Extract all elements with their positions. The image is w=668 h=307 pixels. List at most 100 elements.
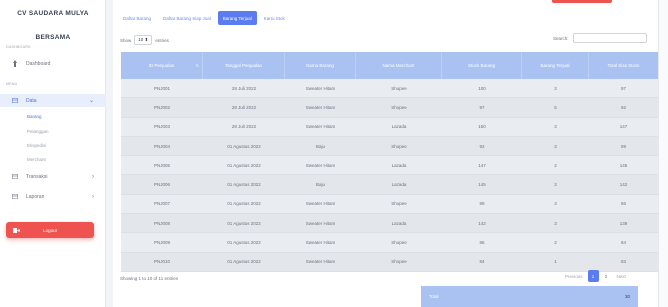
table-cell: 139: [619, 220, 628, 226]
table-cell: Lazada: [391, 162, 407, 168]
search-input[interactable]: [572, 33, 647, 43]
table-icon: [10, 174, 20, 179]
table-cell: 28 Juli 2022: [231, 124, 257, 130]
sidebar-item-data[interactable]: Data ⌄: [0, 94, 106, 107]
show-label: Show: [120, 37, 132, 43]
table-cell: 3: [554, 143, 557, 149]
chevron-right-icon: ›: [92, 173, 94, 180]
table-cell: Sweater Hitam: [305, 85, 336, 91]
table-cell: 142: [478, 220, 486, 226]
table-cell: 145: [619, 162, 628, 168]
table-cell: 28 Juli 2022: [231, 85, 257, 91]
table-cell: 86: [620, 201, 626, 207]
table-cell: 3: [554, 182, 557, 188]
table-cell: 150: [478, 124, 486, 130]
table-cell: 01 Agustus 2022: [227, 220, 261, 226]
table-cell: Sweater Hitam: [305, 104, 336, 110]
pagination-page-1[interactable]: 1: [587, 270, 599, 282]
tab-kartu-stok[interactable]: Kartu Stok: [259, 11, 290, 25]
page-scrollbar[interactable]: [658, 0, 668, 307]
total-label: Total: [429, 294, 439, 299]
logout-button[interactable]: Logout: [6, 222, 94, 238]
table-cell: 97: [479, 104, 485, 110]
sidebar-item-laporan[interactable]: Laporan ›: [0, 190, 106, 203]
pagination-previous[interactable]: Previous: [562, 270, 586, 282]
table-cell: PNJ006: [153, 182, 170, 188]
table-cell: Baju: [315, 182, 325, 188]
table-row: PNJ001 28 Juli 2022 Sweater Hitam Shopee 100…: [121, 79, 658, 99]
column-header-terjual[interactable]: Barang Terjual: [522, 52, 589, 79]
sidebar-subitem-ekspedisi[interactable]: Ekspedisi: [27, 143, 46, 148]
table-cell: 145: [478, 182, 486, 188]
table-cell: Sweater Hitam: [305, 259, 336, 265]
table-cell: PNJ004: [153, 143, 170, 149]
table-cell: PNJ008: [153, 220, 170, 226]
table-cell: PNJ009: [153, 240, 170, 246]
table-cell: 2: [554, 240, 557, 246]
sort-icon: ⇅: [195, 63, 199, 68]
table-cell: Sweater Hitam: [305, 162, 336, 168]
sidebar-subitem-merchant[interactable]: Merchant: [27, 157, 46, 162]
column-header-stock[interactable]: Stock Barang: [442, 52, 522, 79]
entries-label: entries: [155, 37, 169, 43]
table-cell: PNJ001: [153, 85, 170, 91]
table-cell: 3: [554, 201, 557, 207]
sidebar-subitem-barang[interactable]: Barang: [27, 114, 42, 119]
tab-daftar-barang[interactable]: Daftar Barang: [118, 11, 156, 25]
table-cell: 84: [479, 259, 485, 265]
table-cell: Sweater Hitam: [305, 201, 336, 207]
top-action-button[interactable]: [552, 0, 612, 3]
sidebar-item-label: Dashboard: [26, 60, 51, 67]
table-cell: Sweater Hitam: [305, 240, 336, 246]
table-cell: 83: [620, 259, 626, 265]
table-cell: Sweater Hitam: [305, 220, 336, 226]
column-header-merchant[interactable]: Nama Merchant: [356, 52, 442, 79]
column-header-tanggal[interactable]: Tanggal Penjualan: [203, 52, 285, 79]
table-row: PNJ002 28 Juli 2022 Sweater Hitam Shopee 97 5…: [121, 98, 658, 118]
table-cell: 142: [619, 182, 628, 188]
entries-select-value: 10: [138, 37, 144, 42]
table-cell: Shopee: [391, 85, 407, 91]
column-header-nama-barang[interactable]: Nama Barang: [285, 52, 356, 79]
table-cell: 92: [620, 104, 626, 110]
column-header-id[interactable]: ID Penjualan ⇅: [121, 52, 203, 79]
table-cell: 01 Agustus 2022: [227, 240, 261, 246]
entries-select[interactable]: 10 ⬍: [134, 35, 153, 45]
table-row: PNJ008 01 Agustus 2022 Sweater Hitam Lazada…: [121, 214, 658, 234]
sidebar-item-transaksi[interactable]: Transaksi ›: [0, 170, 106, 183]
table-cell: Shopee: [391, 259, 407, 265]
sidebar-subitem-pelanggan[interactable]: Pelanggan: [27, 129, 49, 134]
column-header-sisa[interactable]: Total Sisa Stock: [589, 52, 658, 79]
sidebar-item-label: Laporan: [26, 193, 45, 200]
table-cell: 01 Agustus 2022: [227, 259, 261, 265]
table-cell: Shopee: [391, 143, 407, 149]
table-cell: 1: [554, 259, 557, 265]
total-bar: Total 30: [421, 286, 638, 307]
brand-line1: CV SAUDARA MULYA: [17, 10, 89, 17]
chevron-down-icon: ⌄: [88, 98, 94, 104]
table-icon: [10, 194, 20, 199]
table-cell: 01 Agustus 2022: [227, 201, 261, 207]
table-cell: 89: [479, 201, 485, 207]
table-cell: 01 Agustus 2022: [227, 143, 261, 149]
table-cell: Sweater Hitam: [305, 124, 336, 130]
table-cell: 28 Juli 2022: [231, 104, 257, 110]
tab-bar: Daftar Barang Daftar Barang Siap Jual Ba…: [118, 11, 292, 25]
search-label: Search:: [553, 35, 569, 41]
table-cell: 5: [554, 104, 557, 110]
brand-line2: BERSAMA: [35, 34, 71, 41]
pagination-page-2[interactable]: 2: [601, 270, 612, 282]
section-label-dashboard: DASHBOARD: [6, 45, 31, 49]
table-info: Showing 1 to 10 of 11 entries: [120, 276, 178, 281]
table-cell: 147: [478, 162, 486, 168]
sidebar-item-dashboard[interactable]: Dashboard: [0, 57, 106, 70]
table-row: PNJ004 01 Agustus 2022 Baju Shopee 92 3 89: [121, 136, 658, 157]
table-icon: [10, 98, 20, 103]
dashboard-icon: [10, 60, 20, 67]
table-body: PNJ001 28 Juli 2022 Sweater Hitam Shopee 100…: [121, 79, 658, 272]
table-row: PNJ003 28 Juli 2022 Sweater Hitam Lazada 150…: [121, 117, 658, 137]
tab-daftar-barang-siap-jual[interactable]: Daftar Barang Siap Jual: [158, 11, 216, 25]
tab-barang-terjual[interactable]: Barang Terjual: [217, 11, 257, 25]
table-cell: 89: [620, 143, 626, 149]
pagination-next[interactable]: Next: [614, 270, 629, 282]
